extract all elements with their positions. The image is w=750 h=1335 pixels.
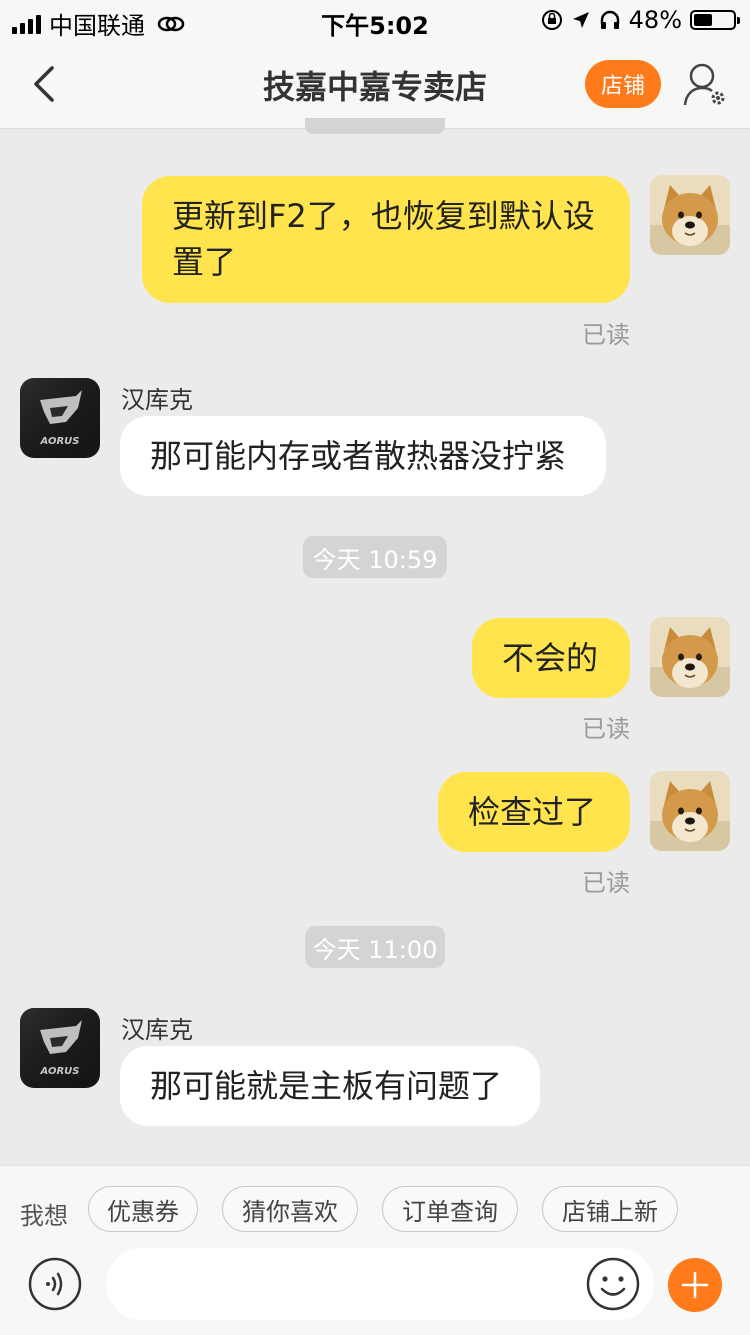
battery-icon (690, 10, 740, 30)
sender-name: 汉库克 (121, 386, 193, 414)
timestamp-chip: 今天 11:00 (305, 926, 445, 968)
read-status: 已读 (582, 715, 630, 743)
status-right: 48% (541, 6, 740, 34)
read-status: 已读 (582, 321, 630, 349)
my-avatar[interactable] (650, 771, 730, 851)
plus-button[interactable] (668, 1258, 722, 1312)
plus-icon (681, 1271, 709, 1299)
message-text: 检查过了 (468, 793, 597, 831)
bottom-input-area: 我想 优惠券 猜你喜欢 订单查询 店铺上新 (0, 1165, 750, 1335)
seller-avatar[interactable] (20, 1008, 100, 1088)
shop-button[interactable]: 店铺 (585, 60, 661, 108)
rotation-lock-icon (541, 10, 562, 30)
message-text: 不会的 (502, 639, 599, 677)
seller-avatar[interactable] (20, 378, 100, 458)
voice-wave-icon[interactable] (27, 1256, 83, 1312)
sender-name: 汉库克 (121, 1016, 193, 1044)
location-icon (572, 12, 589, 28)
status-bar: 中国联通 下午5:02 48% (0, 0, 750, 40)
quick-chip-orders[interactable]: 订单查询 (382, 1186, 518, 1232)
message-bubble-incoming[interactable]: 那可能内存或者散热器没拧紧 (120, 416, 606, 496)
headphones-icon (600, 10, 619, 29)
message-text: 那可能内存或者散热器没拧紧 (150, 437, 567, 475)
nav-bar: 技嘉中嘉专卖店 店铺 (0, 40, 750, 129)
message-text: 那可能就是主板有问题了 (150, 1067, 503, 1105)
battery-fill (694, 14, 713, 26)
smiley-icon[interactable] (585, 1256, 641, 1312)
timestamp-chip: 今天 10:59 (303, 536, 447, 578)
message-bubble-outgoing[interactable]: 检查过了 (438, 772, 630, 852)
user-settings-icon[interactable] (682, 62, 728, 108)
message-bubble-outgoing[interactable]: 不会的 (472, 618, 630, 698)
message-bubble-incoming[interactable]: 那可能就是主板有问题了 (120, 1046, 540, 1126)
my-avatar[interactable] (650, 175, 730, 255)
read-status: 已读 (582, 869, 630, 897)
message-input[interactable] (106, 1248, 654, 1320)
battery-percent: 48% (628, 6, 682, 34)
quick-chip-new-arrivals[interactable]: 店铺上新 (542, 1186, 678, 1232)
quick-chip-recommend[interactable]: 猜你喜欢 (222, 1186, 358, 1232)
quick-reply-label: 我想 (20, 1202, 68, 1230)
message-bubble-outgoing[interactable]: 更新到F2了，也恢复到默认设置了 (142, 176, 630, 303)
message-text: 更新到F2了，也恢复到默认设置了 (172, 197, 595, 281)
time-chip-partial (305, 118, 445, 134)
my-avatar[interactable] (650, 617, 730, 697)
quick-chip-coupon[interactable]: 优惠券 (88, 1186, 198, 1232)
